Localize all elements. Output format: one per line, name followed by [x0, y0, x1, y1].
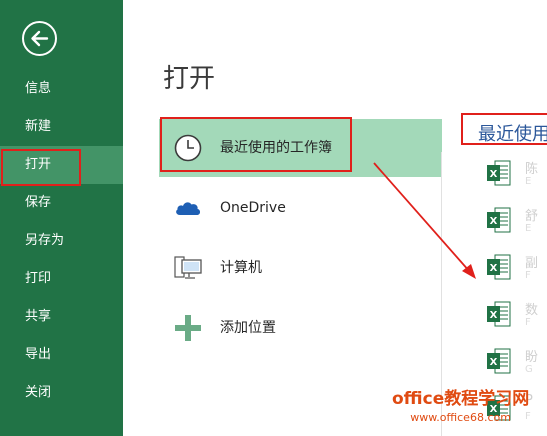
computer-icon [174, 256, 202, 279]
place-label: OneDrive [220, 200, 286, 216]
recent-file-item[interactable]: X 舒 E [485, 202, 547, 246]
open-highlight-box [1, 149, 81, 186]
nav-print[interactable]: 打印 [0, 260, 123, 298]
nav-info[interactable]: 信息 [0, 70, 123, 108]
place-label: 添加位置 [220, 320, 276, 336]
recent-file-name: 舒 [525, 209, 539, 224]
recent-file-item[interactable]: X 数 F [485, 296, 547, 340]
recent-file-name: 副 [525, 256, 539, 271]
recent-file-name: 数 [525, 303, 539, 318]
recent-file-item[interactable]: X 盼 G [485, 343, 547, 387]
back-arrow-icon [31, 30, 49, 47]
excel-file-icon: X [487, 301, 511, 327]
svg-text:X: X [490, 357, 498, 368]
watermark-title: office教程学习网 [392, 389, 530, 409]
excel-file-icon: X [487, 207, 511, 233]
svg-text:X: X [490, 310, 498, 321]
back-button[interactable] [22, 21, 57, 56]
place-onedrive[interactable]: OneDrive [159, 179, 442, 237]
svg-text:X: X [490, 216, 498, 227]
recent-file-name: 盼 [525, 350, 539, 365]
recent-file-path: E [525, 176, 532, 187]
recent-file-path: E [525, 223, 532, 234]
recent-file-item[interactable]: X 陈 E [485, 155, 547, 199]
nav-share[interactable]: 共享 [0, 298, 123, 336]
recent-file-path: F [525, 317, 531, 328]
excel-file-icon: X [487, 160, 511, 186]
plus-icon [175, 315, 201, 341]
watermark-url: www.office68.com [410, 411, 511, 424]
recent-file-path: G [525, 364, 533, 375]
nav-export[interactable]: 导出 [0, 336, 123, 374]
svg-text:X: X [490, 263, 498, 274]
nav-save[interactable]: 保存 [0, 184, 123, 222]
place-label: 计算机 [220, 260, 262, 276]
place-computer[interactable]: 计算机 [159, 239, 442, 297]
svg-text:X: X [490, 169, 498, 180]
excel-file-icon: X [487, 254, 511, 280]
recent-title-highlight-box [461, 113, 547, 145]
nav-close[interactable]: 关闭 [0, 374, 123, 412]
page-title: 打开 [163, 64, 216, 94]
recent-file-name: 陈 [525, 162, 539, 177]
recent-workbooks-highlight-box [160, 117, 352, 172]
backstage-sidebar: 信息 新建 打开 保存 另存为 打印 共享 导出 关闭 [0, 0, 123, 436]
watermark: office教程学习网 www.office68.com [392, 384, 529, 424]
main-panel: 打开 最近使用的工作簿 OneDrive 计算机 添加位置 [123, 0, 547, 436]
cloud-icon [176, 202, 201, 215]
nav-new[interactable]: 新建 [0, 108, 123, 146]
nav-save-as[interactable]: 另存为 [0, 222, 123, 260]
recent-file-path: F [525, 270, 531, 281]
place-add-location[interactable]: 添加位置 [159, 299, 442, 357]
recent-file-item[interactable]: X 副 F [485, 249, 547, 293]
excel-file-icon: X [487, 348, 511, 374]
